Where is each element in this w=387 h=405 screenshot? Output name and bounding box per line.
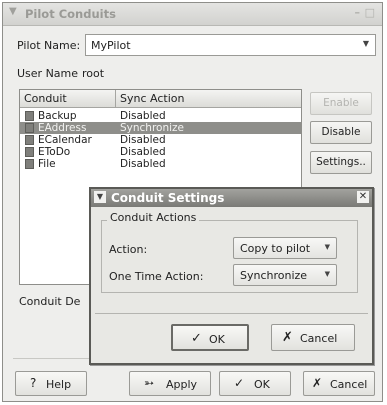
conduit-settings-dialog: ▼ Conduit Settings ✕ Conduit Actions Act…: [89, 187, 374, 365]
window-title: Pilot Conduits: [25, 7, 116, 21]
one-time-action-select[interactable]: Synchronize ▼: [233, 264, 337, 286]
chevron-down-icon: ▼: [362, 39, 369, 48]
cancel-icon: ✗: [312, 376, 323, 390]
close-icon[interactable]: ✕: [357, 191, 369, 203]
action-select[interactable]: Copy to pilot ▼: [233, 237, 337, 259]
table-row-selected[interactable]: EAddress Synchronize: [20, 122, 301, 134]
help-button[interactable]: ? Help: [15, 371, 87, 396]
enable-button[interactable]: Enable: [310, 92, 372, 115]
chevron-down-icon: ▼: [324, 243, 330, 251]
dialog-menu-icon[interactable]: ▼: [94, 191, 106, 203]
column-header-conduit[interactable]: Conduit: [24, 92, 67, 105]
dialog-cancel-label: Cancel: [300, 332, 338, 345]
conduit-name: EAddress: [38, 122, 87, 134]
conduit-name: EToDo: [38, 146, 71, 158]
table-row[interactable]: Backup Disabled: [20, 110, 301, 122]
conduit-icon: [25, 111, 34, 121]
pilot-name-combo[interactable]: MyPilot ▼: [85, 34, 376, 56]
conduit-icon: [25, 159, 34, 169]
conduit-icon: [25, 147, 34, 157]
one-time-action-label: One Time Action:: [109, 270, 204, 283]
ok-button[interactable]: ✓ OK: [219, 371, 291, 396]
cancel-label: Cancel: [330, 378, 368, 391]
user-name-value: root: [82, 67, 105, 80]
conduit-name: File: [38, 158, 56, 170]
window-menu-icon[interactable]: ▼: [9, 6, 17, 17]
one-time-action-value: Synchronize: [240, 269, 308, 282]
table-row[interactable]: ECalendar Disabled: [20, 134, 301, 146]
conduit-sync-action: Disabled: [120, 146, 166, 158]
settings-button[interactable]: Settings..: [310, 151, 372, 174]
conduit-name: ECalendar: [38, 134, 92, 146]
conduit-icon: [25, 123, 34, 133]
pilot-name-value: MyPilot: [91, 39, 131, 52]
column-header-sync-action[interactable]: Sync Action: [120, 92, 184, 105]
help-label: Help: [46, 378, 72, 391]
ok-icon: ✓: [191, 331, 202, 346]
action-label: Action:: [109, 243, 148, 256]
dialog-title: Conduit Settings: [111, 191, 225, 205]
dialog-ok-button[interactable]: ✓ OK: [171, 324, 249, 351]
apply-button[interactable]: ➳ Apply: [129, 371, 211, 396]
cancel-icon: ✗: [282, 330, 293, 345]
dialog-cancel-button[interactable]: ✗ Cancel: [271, 324, 355, 351]
conduit-sync-action: Synchronize: [120, 122, 185, 134]
conduit-list-header: Conduit Sync Action: [20, 90, 301, 108]
ok-label: OK: [254, 378, 270, 391]
action-value: Copy to pilot: [240, 242, 311, 255]
dialog-titlebar[interactable]: ▼ Conduit Settings ✕: [91, 189, 372, 207]
table-row[interactable]: EToDo Disabled: [20, 146, 301, 158]
pilot-conduits-window: ▼ Pilot Conduits – □ Pilot Name: MyPilot…: [2, 2, 383, 402]
conduit-name: Backup: [38, 110, 77, 122]
conduit-icon: [25, 135, 34, 145]
conduit-sync-action: Disabled: [120, 110, 166, 122]
pilot-name-label: Pilot Name:: [17, 39, 81, 52]
disable-button[interactable]: Disable: [310, 121, 372, 144]
chevron-down-icon: ▼: [324, 270, 330, 278]
user-name-label: User Name: [17, 67, 79, 80]
help-icon: ?: [30, 376, 37, 390]
conduit-actions-label: Conduit Actions: [107, 211, 200, 224]
window-titlebar[interactable]: ▼ Pilot Conduits – □: [3, 3, 382, 26]
conduit-description-label: Conduit De: [19, 295, 81, 308]
cancel-button[interactable]: ✗ Cancel: [303, 371, 375, 396]
conduit-sync-action: Disabled: [120, 158, 166, 170]
apply-icon: ➳: [144, 376, 155, 390]
table-row[interactable]: File Disabled: [20, 158, 301, 170]
minimize-icon[interactable]: –: [355, 6, 361, 19]
conduit-sync-action: Disabled: [120, 134, 166, 146]
dialog-ok-label: OK: [209, 333, 225, 346]
maximize-icon[interactable]: □: [365, 6, 375, 19]
apply-label: Apply: [166, 378, 198, 391]
ok-icon: ✓: [234, 376, 245, 390]
dialog-divider: [95, 313, 368, 314]
